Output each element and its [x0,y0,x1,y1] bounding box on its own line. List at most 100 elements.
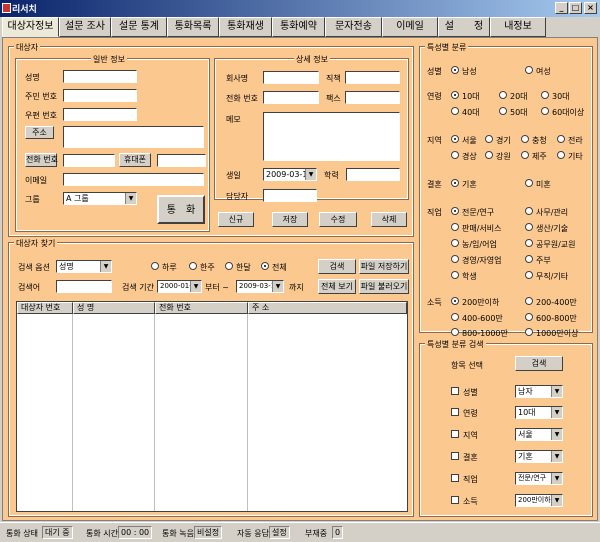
age-10-radio[interactable] [451,91,459,99]
save-file-button[interactable]: 파일 저장하기 [359,259,409,274]
detail-phone-input[interactable] [263,91,319,104]
income-4-radio[interactable] [451,328,459,336]
filter-age-checkbox[interactable] [451,408,459,416]
region-gyeongsang-radio[interactable] [451,151,459,159]
age-30-radio[interactable] [541,91,549,99]
phone-input[interactable] [63,154,115,167]
filter-region-checkbox[interactable] [451,430,459,438]
company-input[interactable] [263,71,319,84]
tab-settings[interactable]: 설 정 [438,17,490,37]
zip-input[interactable] [63,108,137,121]
region-chungcheong-radio[interactable] [521,135,529,143]
email-input[interactable] [63,173,204,186]
region-other-radio[interactable] [557,151,565,159]
close-button[interactable]: × [584,2,597,14]
column-header-phone[interactable]: 전화 번호 [155,302,248,314]
position-input[interactable] [345,71,400,84]
search-button[interactable]: 검색 [318,259,356,274]
filter-gender-select[interactable]: 남자 ▼ [515,385,563,398]
tab-my-info[interactable]: 내정보 [490,17,546,37]
address-button[interactable]: 주소 [25,126,54,139]
education-input[interactable] [346,168,400,181]
income-0-radio[interactable] [451,297,459,305]
job-5-radio[interactable] [525,239,533,247]
gender-male-radio[interactable] [451,66,459,74]
tab-survey-stats[interactable]: 설문 통계 [111,17,167,37]
classify-search-button[interactable]: 검색 [515,356,563,371]
call-button[interactable]: 통 화 [157,195,205,224]
search-option-select[interactable]: 성명 ▼ [56,260,112,273]
job-9-radio[interactable] [525,271,533,279]
column-header-name[interactable]: 성 명 [73,302,155,314]
job-4-radio[interactable] [451,239,459,247]
period-day-radio[interactable] [151,262,159,270]
memo-textarea[interactable] [263,112,400,161]
name-input[interactable] [63,70,137,83]
ssn-input[interactable] [63,89,137,102]
filter-age-select[interactable]: 10대 ▼ [515,406,563,419]
region-seoul-radio[interactable] [451,135,459,143]
region-gyeonggi-radio[interactable] [485,135,493,143]
tab-target-info[interactable]: 대상자정보 [2,17,59,37]
job-7-radio[interactable] [525,255,533,263]
filter-region-select[interactable]: 서울 ▼ [515,428,563,441]
fax-input[interactable] [345,91,400,104]
mobile-input[interactable] [157,154,206,167]
new-button[interactable]: 신규 [218,212,254,227]
manager-input[interactable] [263,189,317,202]
keyword-input[interactable] [56,280,112,293]
income-3-radio[interactable] [525,313,533,321]
job-3-radio[interactable] [525,223,533,231]
period-all-radio[interactable] [261,262,269,270]
column-header-address[interactable]: 주 소 [248,302,407,314]
column-header-id[interactable]: 대상자 번호 [17,302,73,314]
filter-marriage-checkbox[interactable] [451,452,459,460]
phone-button[interactable]: 전화 번호 [25,153,58,167]
region-jeju-radio[interactable] [521,151,529,159]
date-to-select[interactable]: 2009-03-19 ▼ [236,280,284,293]
job-2-radio[interactable] [451,223,459,231]
group-select[interactable]: A 그룹 ▼ [63,192,137,205]
age-60-radio[interactable] [541,107,549,115]
view-all-button[interactable]: 전체 보기 [318,279,356,294]
filter-income-select[interactable]: 200만이하 ▼ [515,494,563,507]
region-gangwon-radio[interactable] [485,151,493,159]
filter-job-checkbox[interactable] [451,474,459,482]
tab-call-list[interactable]: 통화목록 [167,17,219,37]
job-0-radio[interactable] [451,207,459,215]
tab-call-reserve[interactable]: 통화예약 [272,17,325,37]
tab-survey[interactable]: 설문 조사 [59,17,111,37]
job-1-radio[interactable] [525,207,533,215]
load-file-button[interactable]: 파일 불러오기 [359,279,409,294]
address-input[interactable] [63,126,204,148]
filter-marriage-select[interactable]: 기혼 ▼ [515,450,563,463]
minimize-button[interactable]: _ [555,2,568,14]
date-from-select[interactable]: 2000-01-01 ▼ [157,280,202,293]
tab-sms[interactable]: 문자전송 [325,17,382,37]
mobile-button[interactable]: 휴대폰 [119,153,151,167]
save-button[interactable]: 저장 [272,212,308,227]
age-20-radio[interactable] [499,91,507,99]
period-month-radio[interactable] [225,262,233,270]
filter-job-select[interactable]: 전문/연구 ▼ [515,472,563,485]
tab-email[interactable]: 이메일 [382,17,438,37]
age-40-radio[interactable] [451,107,459,115]
income-5-radio[interactable] [525,328,533,336]
filter-gender-checkbox[interactable] [451,387,459,395]
filter-income-checkbox[interactable] [451,496,459,504]
gender-female-radio[interactable] [525,66,533,74]
edit-button[interactable]: 수정 [319,212,357,227]
period-week-radio[interactable] [189,262,197,270]
job-6-radio[interactable] [451,255,459,263]
maximize-button[interactable]: □ [569,2,582,14]
delete-button[interactable]: 삭제 [371,212,407,227]
income-1-radio[interactable] [525,297,533,305]
results-table[interactable]: 대상자 번호 성 명 전화 번호 주 소 [16,301,408,512]
age-50-radio[interactable] [499,107,507,115]
tab-call-playback[interactable]: 통화재생 [219,17,272,37]
birthday-select[interactable]: 2009-03-19 ▼ [263,168,317,181]
region-jeolla-radio[interactable] [557,135,565,143]
marriage-married-radio[interactable] [451,179,459,187]
marriage-single-radio[interactable] [525,179,533,187]
income-2-radio[interactable] [451,313,459,321]
